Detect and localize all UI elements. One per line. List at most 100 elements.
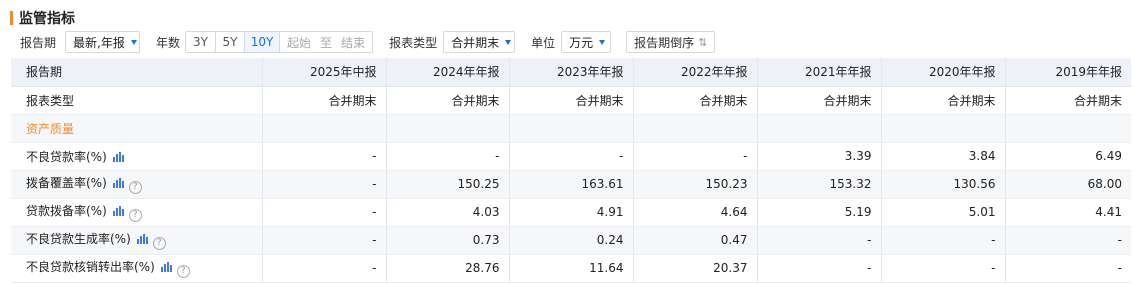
metric-value-cell: 0.73 [386, 226, 510, 255]
metric-label: 贷款拨备率(%) [26, 204, 107, 218]
bar-chart-icon[interactable] [112, 178, 124, 188]
sort-label: 报告期倒序 [634, 35, 695, 50]
period-header: 2023年年报 [509, 58, 634, 87]
bar-chart-icon[interactable] [136, 234, 148, 244]
indicator-table-container: 报告期 2025年中报 2024年年报 2023年年报 2022年年报 2021… [11, 58, 1131, 283]
sort-arrows-icon: ⇅ [698, 35, 708, 49]
metric-value-cell: 0.24 [509, 226, 634, 255]
unit-label: 单位 [531, 35, 556, 50]
report-type-cell: 合并期末 [881, 86, 1006, 115]
period-header: 2022年年报 [633, 58, 758, 87]
section-label: 资产质量 [11, 114, 263, 143]
report-type-row: 报表类型 合并期末 合并期末 合并期末 合并期末 合并期末 合并期末 合并期末 [11, 86, 1131, 115]
filter-toolbar: 报告期 最新,年报 年数 3Y 5Y 10Y 起始 至 结束 报表类型 合并期末… [20, 31, 716, 53]
section-cell [757, 114, 882, 143]
help-icon[interactable]: ? [176, 265, 190, 278]
period-dropdown[interactable]: 最新,年报 [65, 31, 141, 53]
section-cell [509, 114, 634, 143]
period-header: 2019年年报 [1005, 58, 1131, 87]
range-start: 起始 [287, 35, 312, 50]
report-type-cell: 合并期末 [633, 86, 758, 115]
report-type-cell: 合并期末 [1005, 86, 1131, 115]
report-type-value: 合并期末 [451, 35, 500, 50]
help-icon[interactable]: ? [128, 181, 142, 194]
report-type-label: 报表类型 [389, 35, 438, 50]
metric-value-cell: 11.64 [509, 254, 634, 283]
metric-value-cell: - [262, 254, 387, 283]
metric-label-cell: 贷款拨备率(%)? [11, 198, 263, 227]
metric-value-cell: - [757, 254, 882, 283]
chevron-down-icon [130, 39, 137, 45]
metric-value-cell: - [262, 198, 387, 227]
years-option-10y[interactable]: 10Y [245, 32, 281, 52]
range-end: 结束 [341, 35, 366, 50]
table-row: 不良贷款率(%) - - - -3.39 3.84 6.49 [11, 142, 1131, 171]
bar-chart-icon[interactable] [112, 151, 124, 162]
period-header: 2021年年报 [757, 58, 882, 87]
metric-value-cell: - [881, 226, 1006, 255]
metric-value-cell: 6.49 [1005, 142, 1131, 171]
metric-label-cell: 不良贷款核销转出率(%)? [11, 254, 263, 283]
section-title: 监管指标 [19, 11, 75, 27]
help-icon[interactable]: ? [128, 209, 142, 222]
section-cell [633, 114, 758, 143]
metric-value-cell: 5.19 [757, 198, 882, 227]
section-cell [881, 114, 1006, 143]
years-option-3y[interactable]: 3Y [186, 32, 217, 52]
years-label: 年数 [156, 35, 181, 50]
period-header: 2024年年报 [386, 58, 510, 87]
metric-value-cell: - [262, 226, 387, 255]
years-button-group: 3Y 5Y 10Y 起始 至 结束 [185, 31, 374, 53]
section-header: 监管指标 [10, 9, 75, 27]
metric-value-cell: 5.01 [881, 198, 1006, 227]
metric-value-cell: 163.61 [509, 170, 634, 199]
report-type-cell: 合并期末 [509, 86, 634, 115]
bar-chart-icon[interactable] [112, 206, 124, 216]
metric-value-cell: - [386, 142, 510, 171]
metric-label-cell: 拨备覆盖率(%)? [11, 170, 263, 199]
years-option-5y[interactable]: 5Y [216, 32, 246, 52]
metric-value-cell: 130.56 [881, 170, 1006, 199]
metric-value-cell: 153.32 [757, 170, 882, 199]
sort-order-button[interactable]: 报告期倒序 ⇅ [626, 31, 716, 53]
metric-value-cell: - [1005, 254, 1131, 283]
metric-value-cell: - [881, 254, 1006, 283]
metric-value-cell: - [262, 142, 387, 171]
table-row: 不良贷款核销转出率(%)? -28.76 11.64 20.37- - - [11, 254, 1131, 283]
metric-value-cell: 4.64 [633, 198, 758, 227]
metric-value-cell: 150.23 [633, 170, 758, 199]
period-label: 报告期 [20, 35, 57, 50]
metric-value-cell: 4.41 [1005, 198, 1131, 227]
report-type-cell: 合并期末 [262, 86, 387, 115]
metric-value-cell: - [633, 142, 758, 171]
period-value: 最新,年报 [73, 35, 125, 50]
metric-label-cell: 不良贷款生成率(%)? [11, 226, 263, 255]
metric-label: 不良贷款生成率(%) [26, 232, 131, 246]
metric-value-cell: - [509, 142, 634, 171]
bar-chart-icon[interactable] [160, 262, 172, 272]
metric-value-cell: 0.47 [633, 226, 758, 255]
chevron-down-icon [505, 39, 512, 45]
title-accent-bar [10, 11, 13, 25]
metric-value-cell: 3.84 [881, 142, 1006, 171]
metric-value-cell: - [1005, 226, 1131, 255]
metric-value-cell: 28.76 [386, 254, 510, 283]
section-cell [262, 114, 387, 143]
table-header-row: 报告期 2025年中报 2024年年报 2023年年报 2022年年报 2021… [11, 58, 1131, 87]
metric-label: 拨备覆盖率(%) [26, 176, 107, 190]
help-icon[interactable]: ? [152, 237, 166, 250]
report-type-cell: 合并期末 [386, 86, 510, 115]
table-row: 拨备覆盖率(%)? -150.25 163.61 150.23 153.32 130.56… [11, 170, 1131, 199]
table-row: 贷款拨备率(%)? -4.03 4.91 4.64 5.19 5.01 4.41 [11, 198, 1131, 227]
report-type-dropdown[interactable]: 合并期末 [443, 31, 516, 53]
metric-value-cell: 3.39 [757, 142, 882, 171]
date-range-picker[interactable]: 起始 至 结束 [280, 32, 372, 52]
report-type-cell: 合并期末 [757, 86, 882, 115]
metric-value-cell: 20.37 [633, 254, 758, 283]
metric-value-cell: - [262, 170, 387, 199]
metric-value-cell: 4.91 [509, 198, 634, 227]
header-label: 报告期 [11, 58, 263, 87]
period-header: 2025年中报 [262, 58, 387, 87]
metric-label: 不良贷款核销转出率(%) [26, 260, 155, 274]
unit-dropdown[interactable]: 万元 [561, 31, 612, 53]
